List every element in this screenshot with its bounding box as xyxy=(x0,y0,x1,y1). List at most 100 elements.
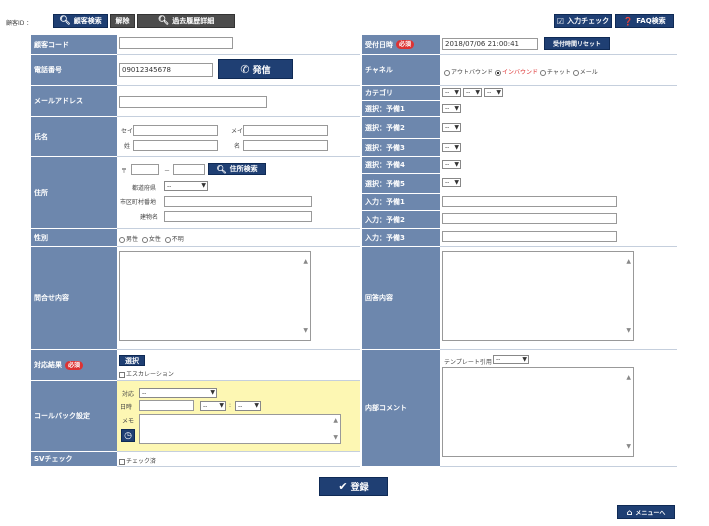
sei-kana-input[interactable] xyxy=(133,125,218,136)
checkbox-icon xyxy=(119,458,125,465)
callback-label: コールバック設定 xyxy=(31,381,117,451)
escalation-checkbox[interactable]: エスカレーション xyxy=(119,369,174,378)
search-icon: 🔍︎ xyxy=(59,16,71,26)
callback-memo-label: メモ xyxy=(122,418,135,425)
home-icon: ⌂ xyxy=(626,507,633,517)
chevron-down-icon: ▼ xyxy=(454,105,459,112)
chevron-down-icon: ▼ xyxy=(496,89,501,96)
select4-label: 選択：予備4 xyxy=(362,157,440,173)
template-select[interactable]: -- ▼ xyxy=(493,355,529,364)
chevron-down-icon: ▼ xyxy=(522,356,527,363)
scroll-up-icon: ▲ xyxy=(626,374,631,381)
input2-field[interactable] xyxy=(442,213,617,224)
select-result-button[interactable]: 選択 xyxy=(119,355,145,366)
faq-search-button[interactable]: ❓ FAQ検索 xyxy=(615,14,674,28)
category-select-3[interactable]: -- ▼ xyxy=(484,88,503,97)
scroll-down-icon: ▼ xyxy=(333,434,338,441)
callback-date-input[interactable] xyxy=(139,400,194,411)
category-select-2[interactable]: -- ▼ xyxy=(463,88,482,97)
select5-dropdown[interactable]: -- ▼ xyxy=(442,178,461,187)
gender-options: 男性 女性 不明 xyxy=(119,234,184,243)
radio-icon xyxy=(539,69,546,76)
faq-icon: ❓ xyxy=(623,16,634,26)
input3-label: 入力：予備3 xyxy=(362,229,440,246)
email-label: メールアドレス xyxy=(31,86,117,116)
input2-label: 入力：予備2 xyxy=(362,211,440,228)
callback-date-label: 日時 xyxy=(120,404,133,411)
scroll-down-icon: ▼ xyxy=(626,327,631,334)
sv-checkbox[interactable]: チェック済 xyxy=(119,456,156,465)
city-input[interactable] xyxy=(164,196,312,207)
callback-handler-select[interactable]: -- ▼ xyxy=(139,388,217,398)
register-button[interactable]: ✔ 登録 xyxy=(319,477,388,496)
building-input[interactable] xyxy=(164,211,312,222)
check-icon: ☑ xyxy=(556,16,565,26)
radio-icon xyxy=(444,69,450,76)
customer-code-label: 顧客コード xyxy=(31,35,117,54)
chevron-down-icon: ▼ xyxy=(454,179,459,186)
input1-field[interactable] xyxy=(442,196,617,207)
callback-hour-select[interactable]: -- ▼ xyxy=(200,401,226,411)
channel-mail[interactable]: メール xyxy=(572,69,598,76)
customer-code-input[interactable] xyxy=(119,37,233,49)
postal-code-1-input[interactable] xyxy=(131,164,159,175)
chevron-down-icon: ▼ xyxy=(201,182,206,189)
callback-minute-select[interactable]: -- ▼ xyxy=(235,401,261,411)
scroll-up-icon: ▲ xyxy=(303,258,308,265)
building-label: 建物名 xyxy=(140,214,159,221)
past-history-button[interactable]: 🔍︎ 過去履歴詳細 xyxy=(137,14,235,28)
mei-kana-input[interactable] xyxy=(243,125,328,136)
channel-chat[interactable]: チャット xyxy=(539,69,571,76)
radio-icon xyxy=(119,236,125,243)
customer-id-label: 顧客ID ： xyxy=(6,20,33,27)
select3-dropdown[interactable]: -- ▼ xyxy=(442,143,461,152)
chevron-down-icon: ▼ xyxy=(454,89,459,96)
checkbox-icon xyxy=(119,371,125,378)
clear-button[interactable]: 解除 xyxy=(110,14,135,28)
input1-label: 入力：予備1 xyxy=(362,194,440,210)
city-label: 市区町村番地 xyxy=(120,199,157,206)
gender-unknown[interactable]: 不明 xyxy=(164,236,184,243)
email-input[interactable] xyxy=(119,96,267,108)
internal-comment-textarea[interactable]: ▲ ▼ xyxy=(442,367,634,457)
sei-label: 姓 xyxy=(124,143,131,150)
chevron-down-icon: ▼ xyxy=(219,402,224,409)
address-search-button[interactable]: 🔍︎ 住所検索 xyxy=(208,163,266,175)
name-label: 氏名 xyxy=(31,117,117,156)
search-icon: 🔍︎ xyxy=(216,164,227,174)
menu-button[interactable]: ⌂ メニューへ xyxy=(617,505,675,519)
reset-time-button[interactable]: 受付時間リセット xyxy=(544,37,610,50)
gender-female[interactable]: 女性 xyxy=(141,236,161,243)
answer-textarea[interactable]: ▲ ▼ xyxy=(442,251,634,341)
received-datetime-input[interactable]: 2018/07/06 21:00:41 xyxy=(442,38,538,50)
inquiry-textarea[interactable]: ▲ ▼ xyxy=(119,251,311,341)
input3-field[interactable] xyxy=(442,231,617,242)
phone-input[interactable]: 09012345678 xyxy=(119,63,213,77)
channel-inbound[interactable]: インバウンド xyxy=(494,69,538,76)
clock-button[interactable]: ◷ xyxy=(121,429,135,442)
call-button[interactable]: ✆ 発信 xyxy=(218,59,293,79)
prefecture-select[interactable]: -- ▼ xyxy=(164,181,208,191)
input-check-button[interactable]: ☑ 入力チェック xyxy=(554,14,612,28)
channel-outbound[interactable]: アウトバウンド xyxy=(444,69,493,76)
customer-search-button[interactable]: 🔍︎ 顧客検索 xyxy=(53,14,108,28)
chevron-down-icon: ▼ xyxy=(254,402,259,409)
callback-memo-textarea[interactable]: ▲ ▼ xyxy=(139,414,341,444)
scroll-up-icon: ▲ xyxy=(333,417,338,424)
required-badge: 必須 xyxy=(65,360,84,370)
mei-input[interactable] xyxy=(243,140,328,151)
select1-dropdown[interactable]: -- ▼ xyxy=(442,104,461,113)
chevron-down-icon: ▼ xyxy=(454,144,459,151)
postal-code-2-input[interactable] xyxy=(173,164,205,175)
select4-dropdown[interactable]: -- ▼ xyxy=(442,160,461,169)
gender-male[interactable]: 男性 xyxy=(119,236,138,243)
chevron-down-icon: ▼ xyxy=(454,124,459,131)
category-select-1[interactable]: -- ▼ xyxy=(442,88,461,97)
clock-icon: ◷ xyxy=(124,430,132,441)
select2-dropdown[interactable]: -- ▼ xyxy=(442,123,461,132)
result-label: 対応結果 必須 xyxy=(31,350,117,380)
chevron-down-icon: ▼ xyxy=(210,389,215,396)
sei-input[interactable] xyxy=(133,140,218,151)
sv-check-label: SVチェック xyxy=(31,452,117,466)
internal-comment-label: 内部コメント xyxy=(362,350,440,466)
